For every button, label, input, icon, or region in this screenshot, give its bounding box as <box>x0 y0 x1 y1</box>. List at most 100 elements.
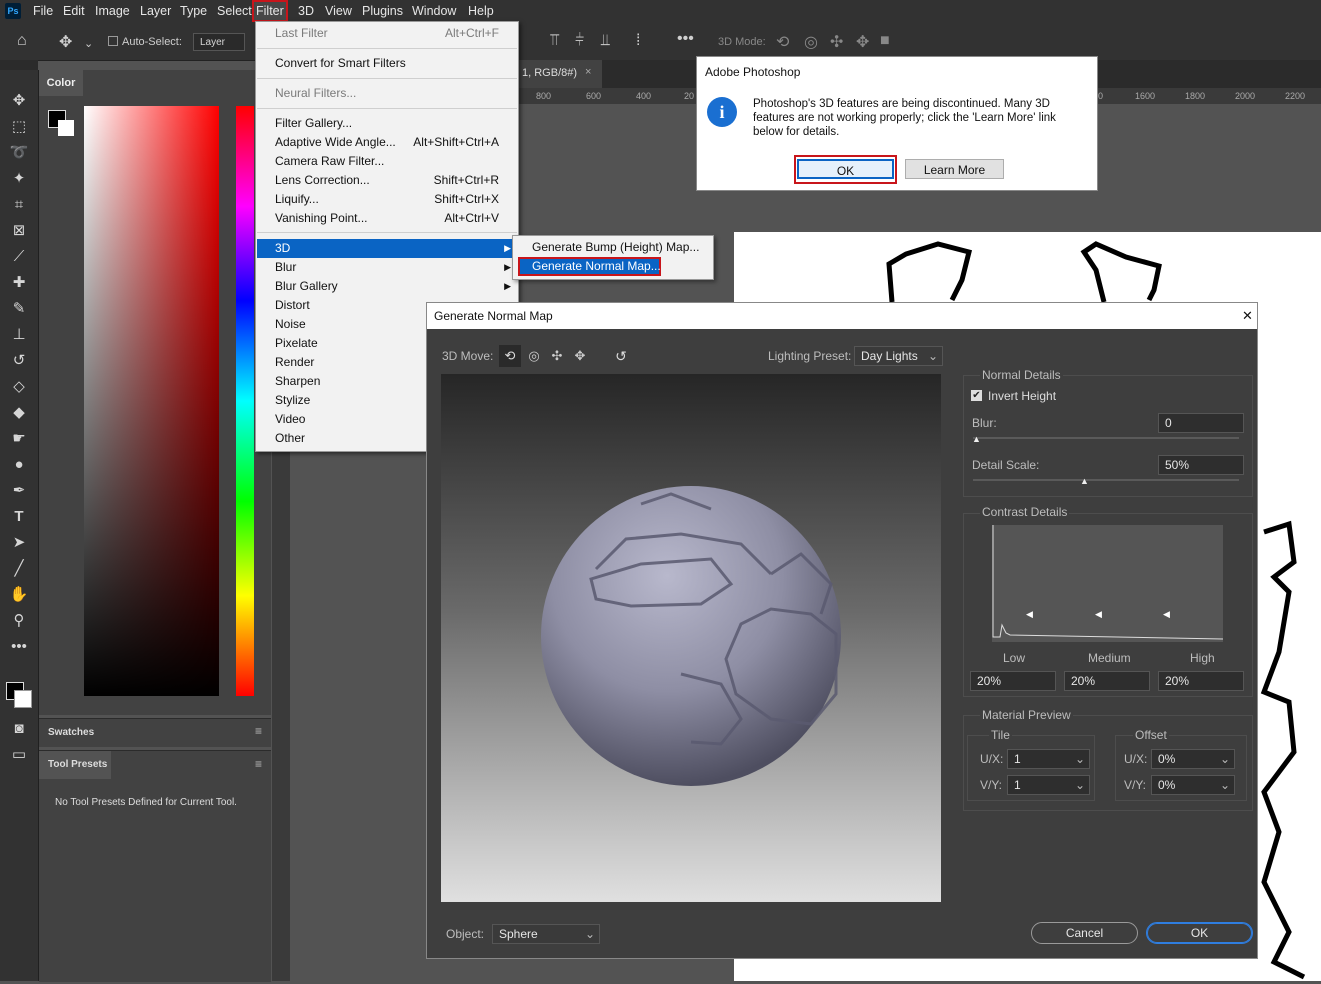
align-bottom-icon[interactable]: ⫫ <box>601 32 610 50</box>
eyedropper-icon[interactable]: ⟋ <box>8 246 30 268</box>
invert-height-checkbox[interactable]: ✔ <box>971 390 982 401</box>
quick-mask-icon[interactable]: ◙ <box>8 718 30 740</box>
menu-item-last-filter[interactable]: Last Filter Alt+Ctrl+F <box>257 24 517 43</box>
menu-help[interactable]: Help <box>468 0 494 22</box>
type-tool-icon[interactable]: T <box>8 506 30 528</box>
hue-slider[interactable] <box>236 106 254 696</box>
menu-item-3d[interactable]: 3D ▶ <box>257 239 517 258</box>
distribute-icon[interactable]: ⁞ <box>636 32 640 50</box>
preview-viewport[interactable] <box>441 374 941 902</box>
pan-icon[interactable]: ✣ <box>547 345 567 367</box>
menu-item-convert-smart-filters[interactable]: Convert for Smart Filters <box>257 54 517 73</box>
panel-menu-icon[interactable]: ≡ <box>255 724 262 738</box>
medium-input[interactable]: 20% <box>1064 671 1150 691</box>
menu-3d[interactable]: 3D <box>298 0 314 22</box>
menu-image[interactable]: Image <box>95 0 130 22</box>
close-icon[interactable]: ✕ <box>1242 303 1253 329</box>
panel-menu-icon[interactable]: ≡ <box>255 757 262 771</box>
history-brush-icon[interactable]: ↺ <box>8 350 30 372</box>
3d-camera-icon[interactable]: ■ <box>880 32 890 50</box>
color-panel-background[interactable] <box>58 120 74 136</box>
auto-select-checkbox[interactable] <box>108 36 118 46</box>
offset-ux-select[interactable]: 0% ⌄ <box>1151 749 1235 769</box>
path-select-icon[interactable]: ➤ <box>8 532 30 554</box>
detail-scale-input[interactable]: 50% <box>1158 455 1244 475</box>
menu-window[interactable]: Window <box>412 0 456 22</box>
align-top-icon[interactable]: ⫪ <box>550 32 559 50</box>
magic-wand-icon[interactable]: ✦ <box>8 168 30 190</box>
menu-filter[interactable]: Filter <box>252 0 288 22</box>
menu-plugins[interactable]: Plugins <box>362 0 403 22</box>
3d-roll-icon[interactable]: ◎ <box>804 32 818 52</box>
chevron-down-icon[interactable]: ⌄ <box>84 37 93 50</box>
dodge-tool-icon[interactable]: ● <box>8 454 30 476</box>
document-tab-title[interactable]: 1, RGB/8#) <box>522 67 577 79</box>
3d-pan-icon[interactable]: ✣ <box>830 32 843 52</box>
orbit-icon[interactable]: ⟲ <box>499 345 521 367</box>
menu-item-adaptive-wide-angle[interactable]: Adaptive Wide Angle... Alt+Shift+Ctrl+A <box>257 133 517 152</box>
layer-select[interactable]: Layer <box>193 33 245 51</box>
brush-tool-icon[interactable]: ✎ <box>8 298 30 320</box>
3d-orbit-icon[interactable]: ⟲ <box>776 32 789 52</box>
pen-tool-icon[interactable]: ✒ <box>8 480 30 502</box>
color-picker-field[interactable] <box>84 106 219 696</box>
offset-vy-select[interactable]: 0% ⌄ <box>1151 775 1235 795</box>
hand-tool-icon[interactable]: ✋ <box>8 584 30 606</box>
menu-item-filter-gallery[interactable]: Filter Gallery... <box>257 114 517 133</box>
menu-item-vanishing-point[interactable]: Vanishing Point... Alt+Ctrl+V <box>257 209 517 228</box>
learn-more-button[interactable]: Learn More <box>905 159 1004 179</box>
stamp-tool-icon[interactable]: ⊥ <box>8 324 30 346</box>
menu-view[interactable]: View <box>325 0 352 22</box>
close-tab-icon[interactable]: × <box>585 66 591 78</box>
screen-mode-icon[interactable]: ▭ <box>8 744 30 766</box>
swatches-title[interactable]: Swatches <box>48 727 94 738</box>
color-panel-tab[interactable]: Color <box>39 70 83 96</box>
more-tools-icon[interactable]: ••• <box>8 636 30 658</box>
crop-tool-icon[interactable]: ⌗ <box>8 194 30 216</box>
home-icon[interactable]: ⌂ <box>17 32 27 50</box>
menu-item-blur[interactable]: Blur ▶ <box>257 258 517 277</box>
marquee-tool-icon[interactable]: ⬚ <box>8 116 30 138</box>
alert-ok-button[interactable]: OK <box>797 159 894 179</box>
tile-ux-select[interactable]: 1 ⌄ <box>1007 749 1090 769</box>
detail-scale-slider-track[interactable] <box>973 479 1239 481</box>
move-tool-icon[interactable]: ✥ <box>8 90 30 112</box>
tile-vy-select[interactable]: 1 ⌄ <box>1007 775 1090 795</box>
menu-item-blur-gallery[interactable]: Blur Gallery ▶ <box>257 277 517 296</box>
menu-select[interactable]: Select <box>217 0 252 22</box>
eraser-icon[interactable]: ◇ <box>8 376 30 398</box>
menu-item-generate-bump-map[interactable]: Generate Bump (Height) Map... <box>514 238 712 257</box>
menu-type[interactable]: Type <box>180 0 207 22</box>
photoshop-logo-icon[interactable]: Ps <box>5 3 21 19</box>
low-input[interactable]: 20% <box>970 671 1056 691</box>
3d-slide-icon[interactable]: ✥ <box>856 32 869 52</box>
menu-item-lens-correction[interactable]: Lens Correction... Shift+Ctrl+R <box>257 171 517 190</box>
menu-item-camera-raw[interactable]: Camera Raw Filter... <box>257 152 517 171</box>
paint-bucket-icon[interactable]: ◆ <box>8 402 30 424</box>
frame-tool-icon[interactable]: ⊠ <box>8 220 30 242</box>
high-input[interactable]: 20% <box>1158 671 1244 691</box>
ok-button[interactable]: OK <box>1146 922 1253 944</box>
menu-file[interactable]: File <box>33 0 53 22</box>
move-tool-icon[interactable]: ✥ <box>59 32 72 52</box>
align-middle-icon[interactable]: ⫩ <box>575 32 584 50</box>
menu-item-generate-normal-map[interactable]: Generate Normal Map... <box>514 257 712 276</box>
menu-layer[interactable]: Layer <box>140 0 171 22</box>
lasso-tool-icon[interactable]: ➰ <box>8 142 30 164</box>
menu-item-neural-filters[interactable]: Neural Filters... <box>257 84 517 103</box>
menu-edit[interactable]: Edit <box>63 0 85 22</box>
tool-presets-title[interactable]: Tool Presets <box>48 759 107 770</box>
line-tool-icon[interactable]: ╱ <box>8 558 30 580</box>
background-color-swatch[interactable] <box>14 690 32 708</box>
blur-slider-thumb[interactable]: ▲ <box>972 434 981 444</box>
slide-icon[interactable]: ✥ <box>570 345 590 367</box>
object-select[interactable]: Sphere ⌄ <box>492 924 600 944</box>
healing-brush-icon[interactable]: ✚ <box>8 272 30 294</box>
more-options-icon[interactable]: ••• <box>677 30 694 48</box>
lighting-preset-select[interactable]: Day Lights ⌄ <box>854 346 943 366</box>
smudge-tool-icon[interactable]: ☛ <box>8 428 30 450</box>
detail-scale-slider-thumb[interactable]: ▲ <box>1080 476 1089 486</box>
blur-input[interactable]: 0 <box>1158 413 1244 433</box>
zoom-tool-icon[interactable]: ⚲ <box>8 610 30 632</box>
cancel-button[interactable]: Cancel <box>1031 922 1138 944</box>
